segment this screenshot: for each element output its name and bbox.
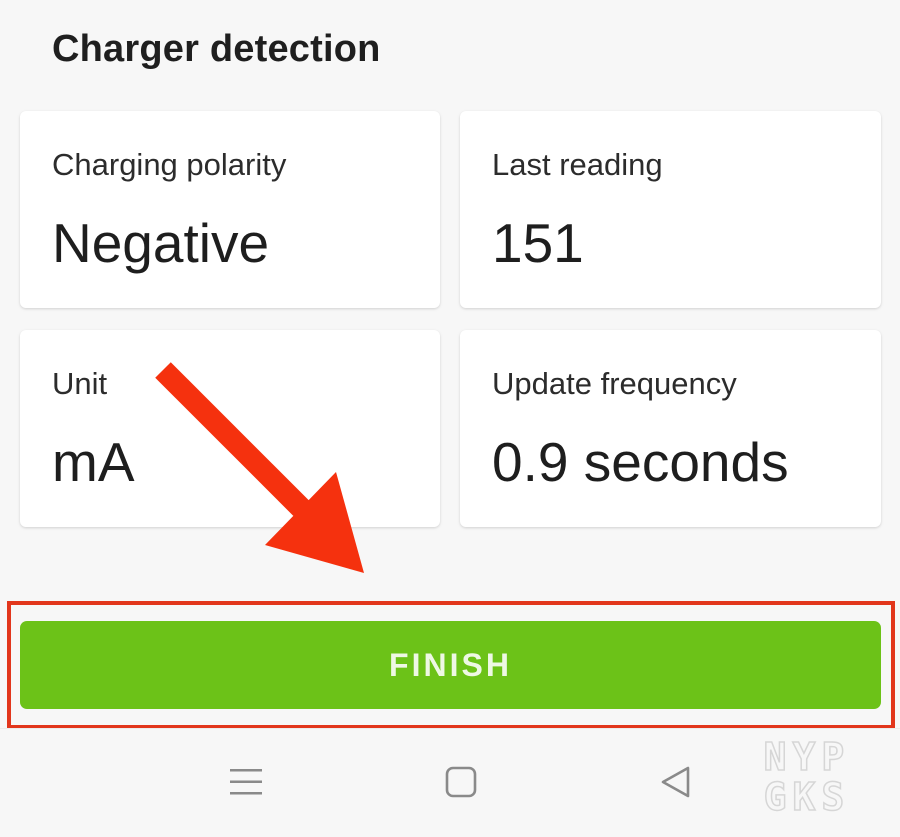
page-title: Charger detection (52, 28, 381, 70)
update-frequency-card: Update frequency 0.9 seconds (460, 330, 881, 527)
charging-polarity-value: Negative (52, 212, 270, 274)
back-icon[interactable] (650, 757, 700, 807)
unit-value: mA (52, 431, 135, 493)
charging-polarity-card: Charging polarity Negative (20, 111, 440, 308)
watermark-logo: NYP GKS (763, 736, 851, 814)
watermark-line-2: GKS (764, 775, 851, 814)
unit-card: Unit mA (20, 330, 440, 527)
charging-polarity-label: Charging polarity (52, 147, 287, 182)
last-reading-label: Last reading (492, 147, 663, 182)
update-frequency-value: 0.9 seconds (492, 431, 789, 493)
last-reading-value: 151 (492, 212, 584, 274)
home-icon[interactable] (436, 757, 486, 807)
last-reading-card: Last reading 151 (460, 111, 881, 308)
menu-icon[interactable] (221, 757, 271, 807)
watermark-line-1: NYP (764, 736, 851, 779)
update-frequency-label: Update frequency (492, 366, 737, 401)
unit-label: Unit (52, 366, 108, 401)
annotation-highlight-box (7, 601, 895, 729)
